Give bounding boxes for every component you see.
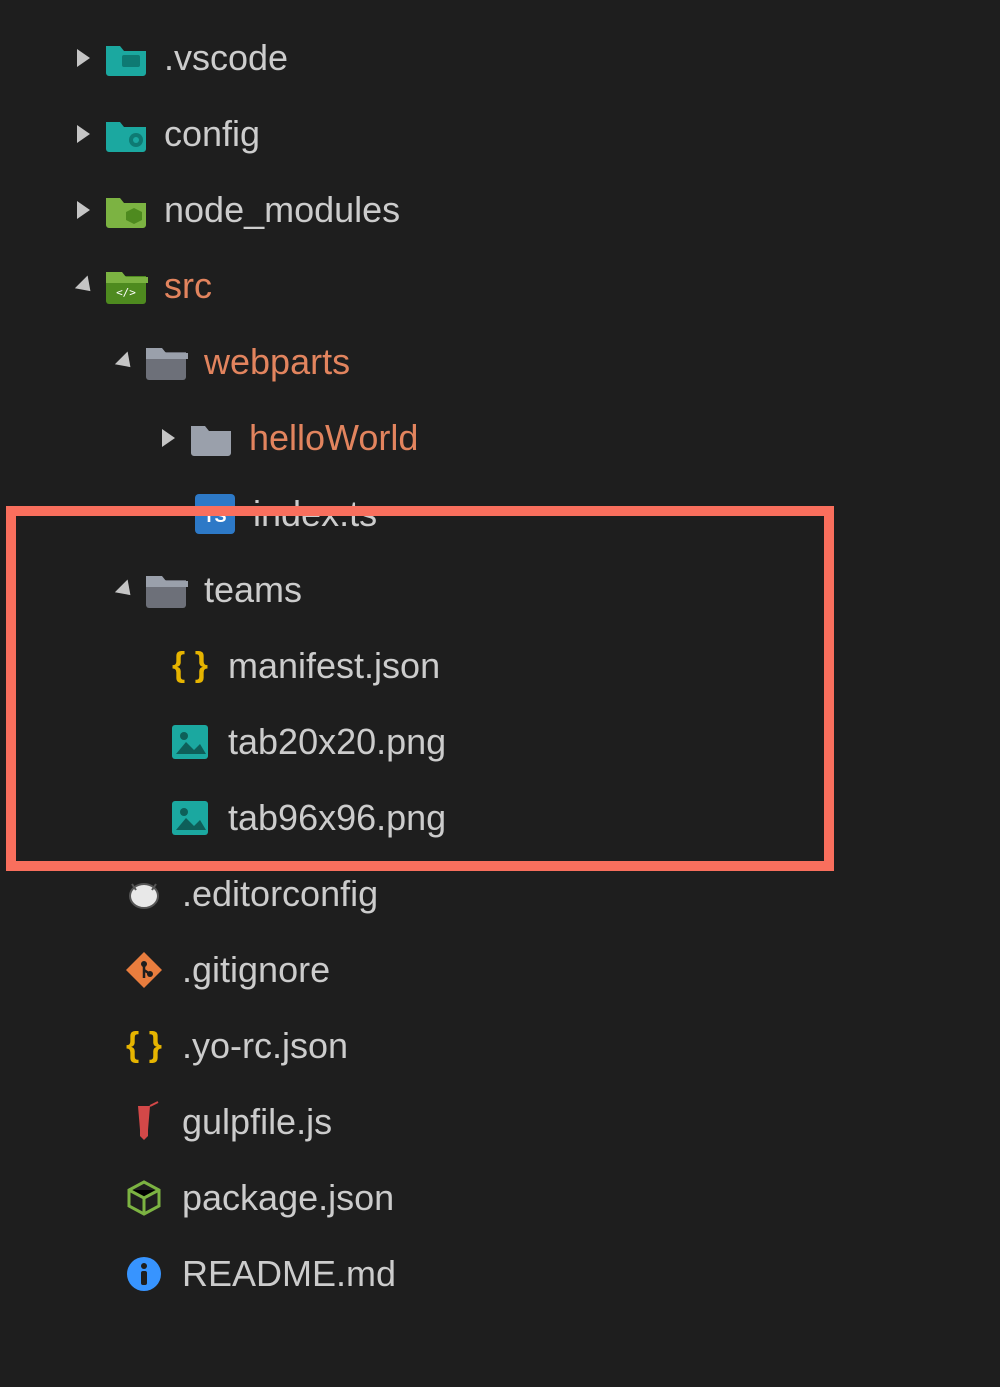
tree-item-package-json[interactable]: package.json: [10, 1160, 1000, 1236]
file-explorer-tree: .vscode config node_modules </> src webp…: [0, 20, 1000, 1312]
folder-config-icon: [102, 116, 150, 152]
chevron-down-icon: [110, 356, 136, 369]
chevron-down-icon: [110, 584, 136, 597]
tree-item-label: README.md: [182, 1253, 396, 1295]
folder-vscode-icon: [102, 40, 150, 76]
image-file-icon: [166, 722, 214, 762]
tree-item-label: tab20x20.png: [228, 721, 446, 763]
tree-item-label: index.ts: [253, 493, 377, 535]
tree-item-helloworld[interactable]: helloWorld: [10, 400, 1000, 476]
tree-item-manifest-json[interactable]: { } manifest.json: [10, 628, 1000, 704]
svg-text:</>: </>: [116, 286, 136, 299]
npm-package-icon: [120, 1178, 168, 1218]
tree-item-config[interactable]: config: [10, 96, 1000, 172]
tree-item-index-ts[interactable]: TS index.ts: [10, 476, 1000, 552]
tree-item-label: package.json: [182, 1177, 394, 1219]
svg-text:{ }: { }: [126, 1026, 162, 1064]
tree-item-label: gulpfile.js: [182, 1101, 332, 1143]
tree-item-tab96-png[interactable]: tab96x96.png: [10, 780, 1000, 856]
folder-open-icon: [142, 344, 190, 380]
tree-item-tab20-png[interactable]: tab20x20.png: [10, 704, 1000, 780]
tree-item-editorconfig[interactable]: .editorconfig: [10, 856, 1000, 932]
chevron-right-icon: [70, 49, 96, 67]
tree-item-webparts[interactable]: webparts: [10, 324, 1000, 400]
json-file-icon: { }: [120, 1026, 168, 1066]
tree-item-label: webparts: [204, 341, 350, 383]
chevron-right-icon: [70, 125, 96, 143]
tree-item-node-modules[interactable]: node_modules: [10, 172, 1000, 248]
tree-item-label: teams: [204, 569, 302, 611]
tree-item-label: manifest.json: [228, 645, 440, 687]
tree-item-yo-rc-json[interactable]: { } .yo-rc.json: [10, 1008, 1000, 1084]
folder-src-icon: </>: [102, 268, 150, 304]
chevron-down-icon: [70, 280, 96, 293]
tree-item-label: .yo-rc.json: [182, 1025, 348, 1067]
tree-item-label: config: [164, 113, 260, 155]
tree-item-src[interactable]: </> src: [10, 248, 1000, 324]
folder-open-icon: [142, 572, 190, 608]
tree-item-label: .editorconfig: [182, 873, 378, 915]
tree-item-gitignore[interactable]: .gitignore: [10, 932, 1000, 1008]
folder-icon: [187, 420, 235, 456]
typescript-file-icon: TS: [191, 494, 239, 534]
tree-item-teams[interactable]: teams: [10, 552, 1000, 628]
gulp-icon: [120, 1100, 168, 1144]
folder-node-modules-icon: [102, 192, 150, 228]
tree-item-vscode[interactable]: .vscode: [10, 20, 1000, 96]
tree-item-label: node_modules: [164, 189, 400, 231]
tree-item-label: helloWorld: [249, 417, 418, 459]
tree-item-label: .gitignore: [182, 949, 330, 991]
chevron-right-icon: [70, 201, 96, 219]
editorconfig-icon: [120, 874, 168, 914]
tree-item-label: src: [164, 265, 212, 307]
git-icon: [120, 950, 168, 990]
info-icon: [120, 1254, 168, 1294]
chevron-right-icon: [155, 429, 181, 447]
tree-item-label: tab96x96.png: [228, 797, 446, 839]
tree-item-gulpfile[interactable]: gulpfile.js: [10, 1084, 1000, 1160]
tree-item-readme[interactable]: README.md: [10, 1236, 1000, 1312]
json-file-icon: { }: [166, 646, 214, 686]
svg-text:TS: TS: [203, 506, 226, 526]
image-file-icon: [166, 798, 214, 838]
tree-item-label: .vscode: [164, 37, 288, 79]
svg-text:{ }: { }: [172, 646, 208, 684]
